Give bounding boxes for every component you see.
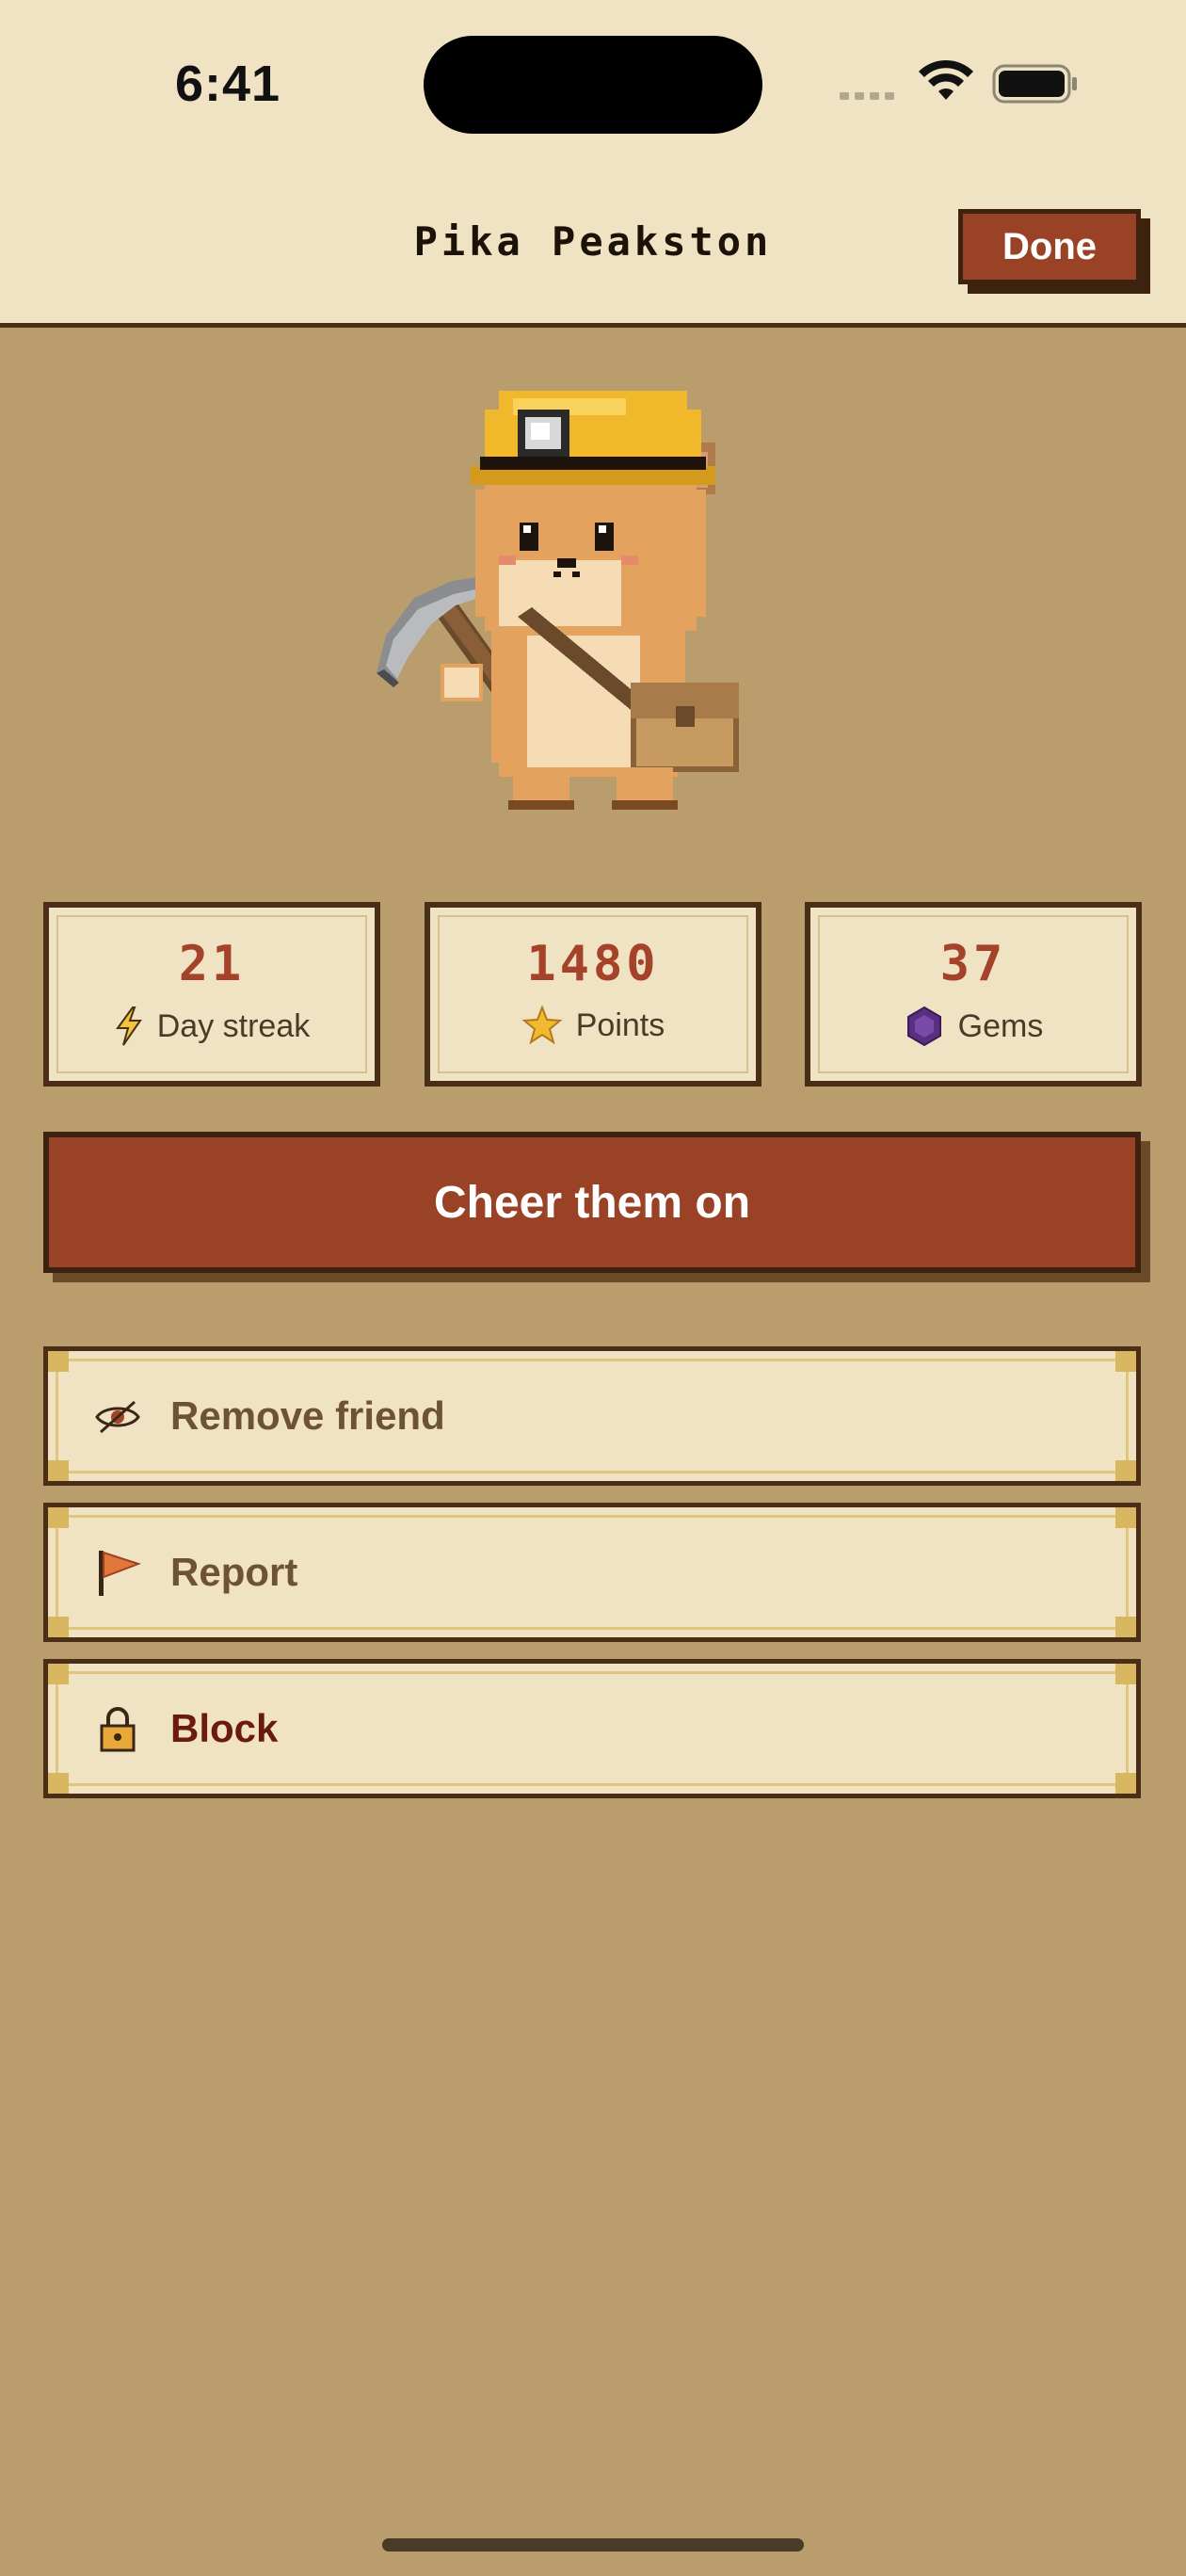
wifi-icon xyxy=(919,59,973,100)
block-button[interactable]: Block xyxy=(43,1659,1141,1798)
cheer-button[interactable]: Cheer them on xyxy=(43,1132,1141,1273)
flag-icon xyxy=(99,1551,142,1596)
dynamic-island xyxy=(424,36,762,134)
streak-label: Day streak xyxy=(156,1007,311,1044)
stat-card-gems: 37 Gems xyxy=(805,902,1142,1087)
done-button[interactable]: Done xyxy=(958,209,1141,284)
report-button[interactable]: Report xyxy=(43,1503,1141,1642)
eye-slash-icon xyxy=(95,1400,140,1434)
remove-friend-label: Remove friend xyxy=(170,1393,445,1438)
star-icon xyxy=(521,1006,563,1045)
status-icons xyxy=(840,59,1077,104)
streak-value: 21 xyxy=(178,936,246,992)
cellular-icon xyxy=(840,92,894,100)
header-bar: 6:41 Pika Peakston Done xyxy=(0,0,1186,328)
satchel-icon xyxy=(631,683,739,772)
points-label: Points xyxy=(575,1006,665,1043)
helmet-icon xyxy=(471,391,715,485)
gems-value: 37 xyxy=(939,936,1007,992)
lock-icon xyxy=(100,1707,136,1752)
gem-icon xyxy=(906,1006,941,1047)
lightning-icon xyxy=(115,1006,142,1046)
stat-card-points: 1480 Points xyxy=(425,902,761,1087)
points-label-row: Points xyxy=(430,1006,756,1045)
report-label: Report xyxy=(170,1550,298,1594)
gems-label-row: Gems xyxy=(810,1006,1136,1047)
battery-icon xyxy=(992,64,1077,104)
remove-friend-button[interactable]: Remove friend xyxy=(43,1346,1141,1486)
friend-avatar xyxy=(377,391,739,810)
streak-label-row: Day streak xyxy=(49,1006,375,1047)
points-value: 1480 xyxy=(526,936,660,992)
status-time: 6:41 xyxy=(175,56,281,112)
block-label: Block xyxy=(170,1706,279,1750)
gems-label: Gems xyxy=(957,1007,1044,1044)
home-indicator[interactable] xyxy=(382,2538,804,2552)
stat-card-streak: 21 Day streak xyxy=(43,902,380,1087)
